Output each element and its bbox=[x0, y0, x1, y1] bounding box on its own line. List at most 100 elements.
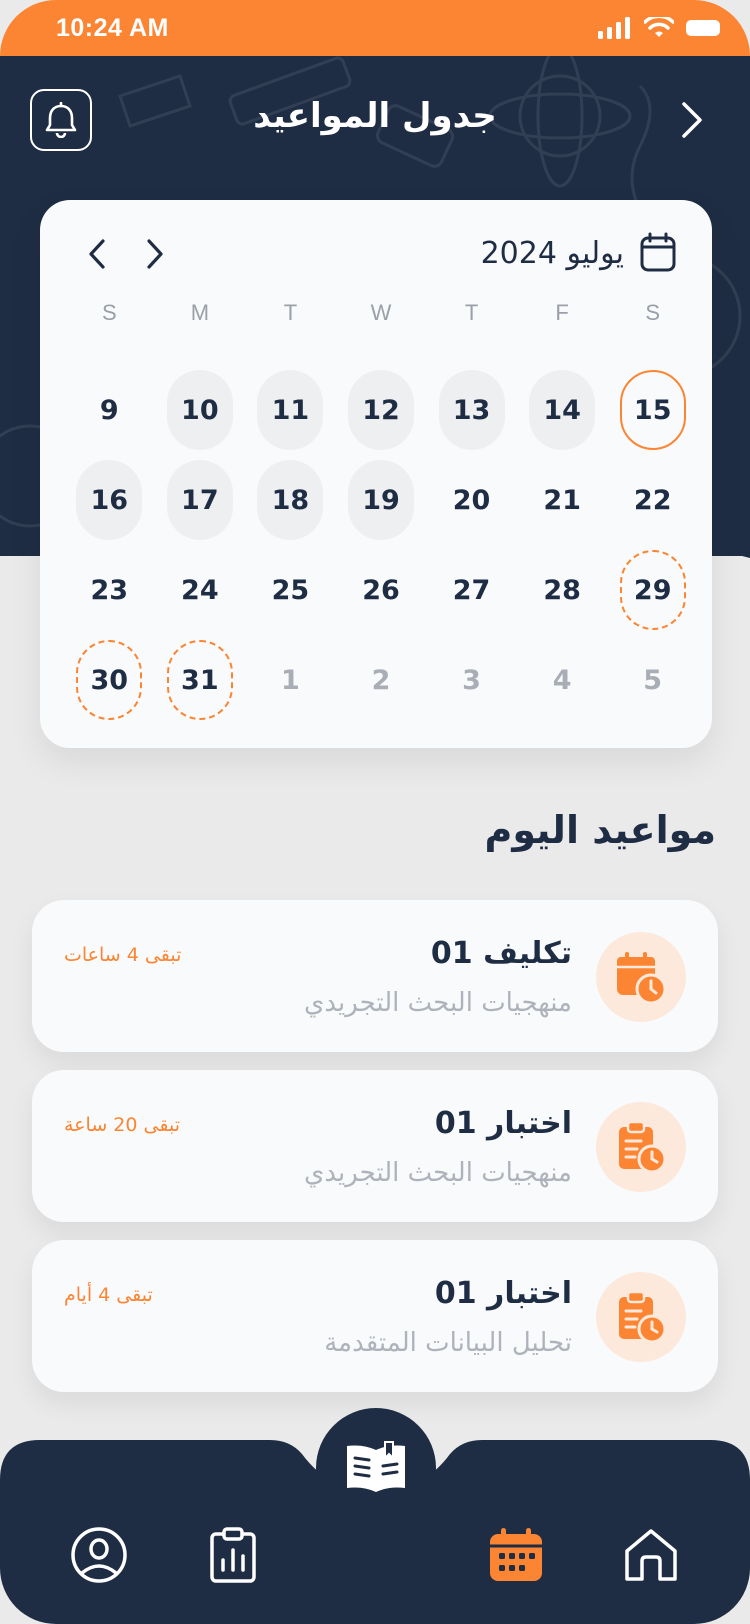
home-icon bbox=[625, 1529, 677, 1581]
calendar-icon bbox=[640, 232, 676, 272]
calendar-day-cell[interactable]: 20 bbox=[426, 455, 517, 545]
appointment-title: تكليف 01 bbox=[430, 936, 572, 971]
calendar-day-filled: 18 bbox=[257, 460, 324, 540]
calendar-day-cell[interactable]: 27 bbox=[426, 545, 517, 635]
chevron-right-icon bbox=[682, 102, 702, 138]
calendar-day-deadline: 29 bbox=[619, 550, 686, 630]
appointment-card[interactable]: اختبار 01 منهجيات البحث التجريدي تبقى 20… bbox=[32, 1070, 718, 1222]
calendar-day-filled: 13 bbox=[438, 370, 505, 450]
calendar-day-cell[interactable]: 21 bbox=[517, 455, 608, 545]
clipboard-clock-icon bbox=[619, 1120, 667, 1174]
bell-icon bbox=[45, 102, 77, 138]
calendar-day-next-month: 3 bbox=[462, 664, 481, 696]
calendar-header: يوليو 2024 bbox=[40, 230, 712, 280]
calendar-day-cell[interactable]: 5 bbox=[607, 635, 698, 725]
page-title: جدول المواعيد bbox=[253, 96, 497, 136]
profile-icon bbox=[71, 1527, 127, 1583]
calendar-day-plain: 9 bbox=[99, 394, 119, 426]
calendar-day-plain: 21 bbox=[543, 484, 581, 516]
weekday-label: S bbox=[645, 300, 661, 325]
nav-home[interactable] bbox=[616, 1520, 686, 1590]
calendar-day-today: 15 bbox=[619, 370, 686, 450]
calendar-day-filled: 12 bbox=[347, 370, 414, 450]
calendar-day-filled: 11 bbox=[257, 370, 324, 450]
calendar-day-cell[interactable]: 12 bbox=[336, 365, 427, 455]
appointment-icon-badge bbox=[596, 1102, 686, 1192]
calendar-day-cell[interactable]: 25 bbox=[245, 545, 336, 635]
calendar-day-cell[interactable]: 14 bbox=[517, 365, 608, 455]
calendar-day-cell[interactable]: 11 bbox=[245, 365, 336, 455]
calendar-day-cell[interactable]: 9 bbox=[64, 365, 155, 455]
appointment-icon-badge bbox=[596, 932, 686, 1022]
status-icons bbox=[598, 17, 722, 39]
calendar-day-cell[interactable]: 26 bbox=[336, 545, 427, 635]
calendar-day-next-month: 4 bbox=[552, 664, 572, 696]
appointment-icon-badge bbox=[596, 1272, 686, 1362]
calendar-day-cell[interactable]: 28 bbox=[517, 545, 608, 635]
calendar-day-cell[interactable]: 22 bbox=[607, 455, 698, 545]
appointment-remaining-time: تبقى 20 ساعة bbox=[64, 1114, 180, 1136]
phone-screen: 10:24 AM جدول المواعيد يوليو 2024 S M T … bbox=[0, 0, 750, 1624]
battery-icon bbox=[686, 20, 720, 36]
calendar-day-cell[interactable]: 16 bbox=[64, 455, 155, 545]
nav-profile[interactable] bbox=[64, 1520, 134, 1590]
calendar-icon bbox=[490, 1528, 542, 1581]
signal-icon bbox=[598, 17, 630, 39]
previous-month-button[interactable] bbox=[82, 236, 112, 272]
calendar-day-filled: 19 bbox=[347, 460, 414, 540]
weekday-label: T bbox=[464, 300, 479, 325]
calendar-day-cell[interactable]: 15 bbox=[607, 365, 698, 455]
calendar-day-filled: 10 bbox=[166, 370, 233, 450]
notification-button[interactable] bbox=[30, 89, 92, 151]
appointment-remaining-time: تبقى 4 ساعات bbox=[64, 944, 182, 966]
calendar-day-next-month: 5 bbox=[643, 664, 663, 696]
calendar-clock-icon bbox=[617, 952, 667, 1005]
calendar-day-cell[interactable]: 13 bbox=[426, 365, 517, 455]
calendar-day-plain: 25 bbox=[271, 574, 310, 606]
nav-reports[interactable] bbox=[198, 1520, 268, 1590]
calendar-day-cell[interactable]: 10 bbox=[155, 365, 246, 455]
appointment-title: اختبار 01 bbox=[434, 1106, 572, 1141]
back-button[interactable] bbox=[672, 98, 712, 142]
appointment-title: اختبار 01 bbox=[434, 1276, 572, 1311]
weekday-label: T bbox=[283, 300, 298, 325]
calendar-day-filled: 14 bbox=[529, 370, 596, 450]
status-time: 10:24 AM bbox=[56, 13, 169, 42]
calendar-day-cell[interactable]: 30 bbox=[64, 635, 155, 725]
appointment-remaining-time: تبقى 4 أيام bbox=[64, 1284, 153, 1306]
calendar-day-plain: 27 bbox=[452, 574, 491, 606]
calendar-day-cell[interactable]: 23 bbox=[64, 545, 155, 635]
next-month-button[interactable] bbox=[140, 236, 170, 272]
status-bar: 10:24 AM bbox=[0, 0, 750, 56]
appointment-card[interactable]: اختبار 01 تحليل البيانات المتقدمة تبقى 4… bbox=[32, 1240, 718, 1392]
calendar-days-grid: 9 10 11 12 13 14 15 16 17 18 19 20 21 22 23 24 25 26 27 28 2… bbox=[64, 365, 698, 725]
nav-calendar[interactable] bbox=[481, 1520, 551, 1590]
weekday-label: W bbox=[370, 300, 392, 325]
calendar-day-filled: 17 bbox=[166, 460, 233, 540]
calendar-day-plain: 23 bbox=[90, 574, 129, 606]
calendar-day-cell[interactable]: 3 bbox=[426, 635, 517, 725]
section-title: مواعيد اليوم bbox=[484, 808, 716, 852]
calendar-day-next-month: 1 bbox=[281, 664, 300, 696]
weekday-label: M bbox=[190, 300, 210, 325]
calendar-day-plain: 24 bbox=[181, 574, 219, 606]
calendar-day-cell[interactable]: 31 bbox=[155, 635, 246, 725]
calendar-day-cell[interactable]: 1 bbox=[245, 635, 336, 725]
chevron-right-icon bbox=[147, 239, 163, 269]
calendar-day-cell[interactable]: 19 bbox=[336, 455, 427, 545]
appointment-card[interactable]: تكليف 01 منهجيات البحث التجريدي تبقى 4 س… bbox=[32, 900, 718, 1052]
calendar-day-cell[interactable]: 29 bbox=[607, 545, 698, 635]
calendar-day-cell[interactable]: 17 bbox=[155, 455, 246, 545]
appointment-course: منهجيات البحث التجريدي bbox=[304, 1158, 572, 1188]
calendar-day-cell[interactable]: 4 bbox=[517, 635, 608, 725]
calendar-day-cell[interactable]: 2 bbox=[336, 635, 427, 725]
calendar-day-plain: 20 bbox=[452, 484, 491, 516]
calendar-card: يوليو 2024 S M T W T F S 9 10 11 12 13 14 15 16… bbox=[40, 200, 712, 748]
appointment-course: منهجيات البحث التجريدي bbox=[304, 988, 572, 1018]
center-action-button[interactable] bbox=[316, 1408, 436, 1528]
wifi-icon bbox=[644, 17, 674, 37]
weekday-label: S bbox=[101, 300, 117, 325]
calendar-day-deadline: 30 bbox=[76, 640, 143, 720]
calendar-day-cell[interactable]: 24 bbox=[155, 545, 246, 635]
calendar-day-cell[interactable]: 18 bbox=[245, 455, 336, 545]
